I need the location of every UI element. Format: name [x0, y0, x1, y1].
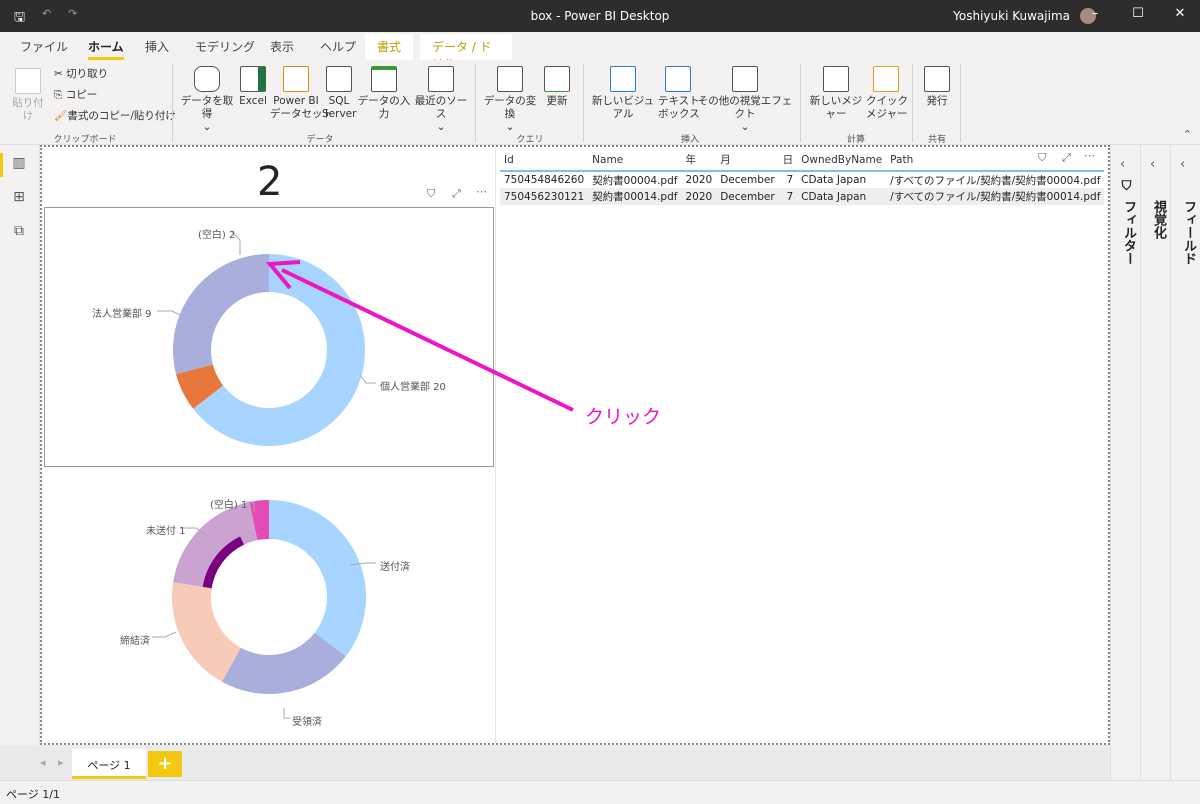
filters-pane[interactable]: ‹ ⛉ フィルター	[1110, 145, 1140, 780]
page-count: ページ 1/1	[6, 788, 60, 801]
filter-pane-icon: ⛉	[1119, 180, 1134, 193]
add-page-button[interactable]: +	[148, 751, 182, 777]
fields-pane[interactable]: ‹ フィールド	[1170, 145, 1200, 780]
label-soufuzumi: 送付済	[380, 562, 410, 573]
label-blank-2: (空白) 1	[210, 500, 248, 511]
label-misoufu: 未送付 1	[146, 526, 186, 537]
chevron-left-icon[interactable]: ‹	[1180, 157, 1185, 172]
status-bar: ページ 1/1	[0, 780, 1200, 804]
chevron-left-icon[interactable]: ‹	[1120, 157, 1125, 172]
slice-未送付[interactable]	[173, 501, 258, 589]
fields-pane-label: フィールド	[1181, 200, 1196, 265]
label-houjin: 法人営業部 9	[92, 309, 152, 320]
prev-page-icon[interactable]: ◂	[40, 756, 46, 769]
slice-法人営業部[interactable]	[172, 254, 269, 375]
visualizations-pane[interactable]: ‹ 視覚化	[1140, 145, 1170, 780]
label-juryouzumi: 受領済	[292, 717, 322, 728]
leader-line	[157, 310, 181, 316]
label-teiketsuzumi: 締結済	[120, 636, 150, 647]
filters-pane-label: フィルター	[1121, 200, 1136, 265]
page-tab-1[interactable]: ページ 1	[72, 749, 146, 779]
leader-line	[152, 631, 177, 638]
label-blank-1: (空白) 2	[198, 230, 236, 241]
leader-line	[359, 374, 376, 384]
leader-line	[283, 708, 290, 719]
visualizations-pane-label: 視覚化	[1151, 200, 1166, 239]
annotation-click: クリック	[585, 406, 662, 428]
chevron-left-icon[interactable]: ‹	[1150, 157, 1155, 172]
label-kojin: 個人営業部 20	[380, 382, 446, 393]
next-page-icon[interactable]: ▸	[58, 756, 64, 769]
slice-送付済[interactable]	[269, 500, 366, 657]
page-tabs-bar: ◂ ▸ ページ 1 +	[0, 745, 1110, 780]
